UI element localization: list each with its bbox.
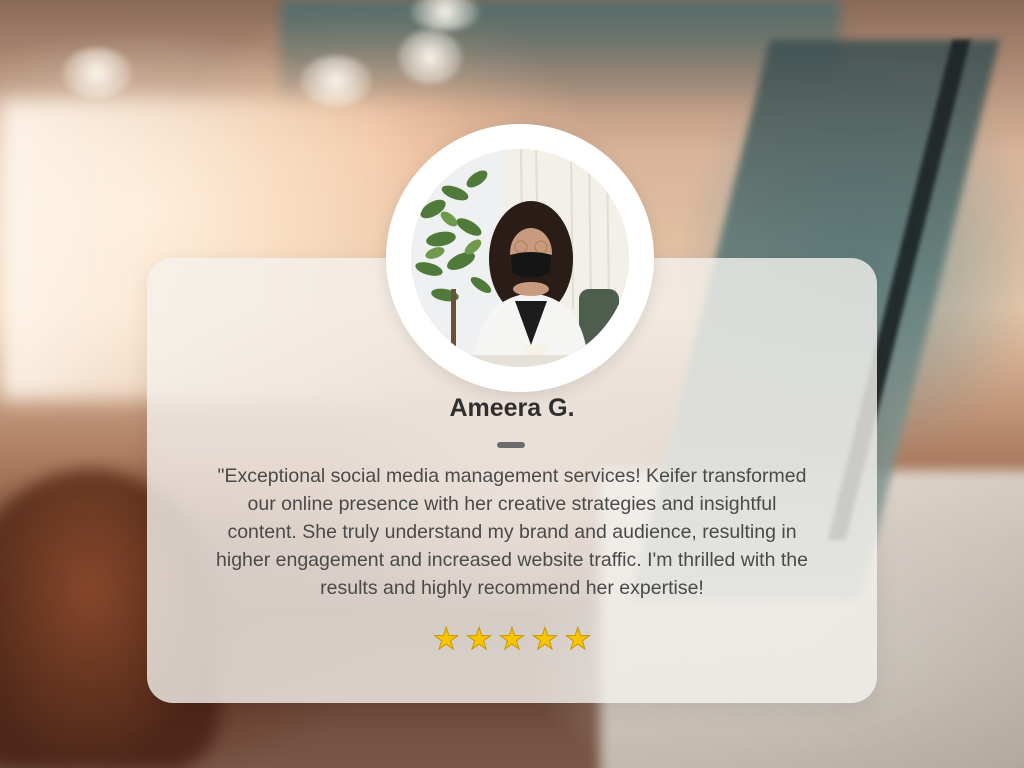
light-bokeh [62,48,132,98]
divider [497,442,525,448]
reviewer-name: Ameera G. [449,394,575,422]
star-icon: ★ [465,622,493,658]
light-bokeh [300,56,372,106]
star-icon: ★ [498,622,526,658]
profile-photo [411,149,629,367]
star-icon: ★ [564,622,592,658]
light-bokeh [398,30,462,84]
star-rating: ★ ★ ★ ★ ★ [147,622,877,658]
star-icon: ★ [432,622,460,658]
star-icon: ★ [531,622,559,658]
avatar [411,149,629,367]
testimonial-quote: "Exceptional social media management ser… [216,465,808,599]
